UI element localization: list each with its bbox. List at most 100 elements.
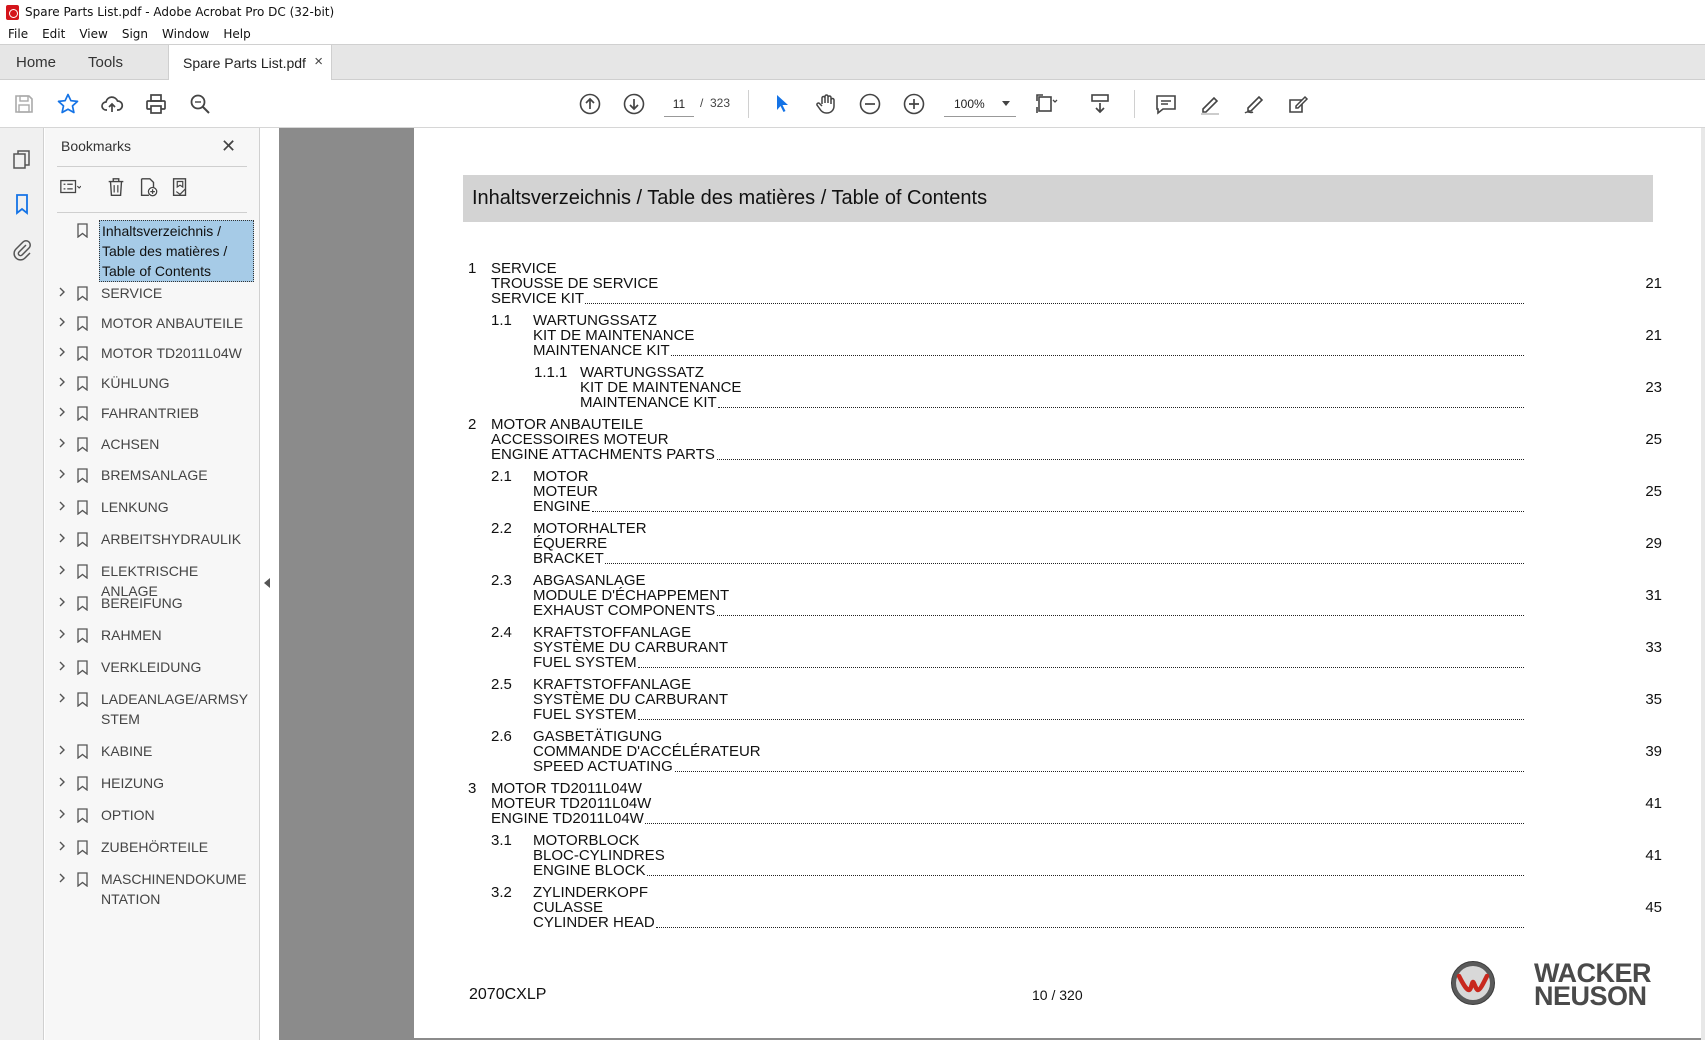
bookmark-item-ladeanlage[interactable]: LADEANLAGE/ARMSYSTEM bbox=[45, 689, 260, 731]
bookmark-item-bereifung[interactable]: BEREIFUNG bbox=[45, 593, 260, 615]
bookmark-item-motor-anbauteile[interactable]: MOTOR ANBAUTEILE bbox=[45, 313, 260, 335]
toc-entry-line: SYSTÈME DU CARBURANT bbox=[533, 639, 729, 656]
chevron-right-icon[interactable] bbox=[57, 347, 67, 357]
chevron-right-icon[interactable] bbox=[57, 501, 67, 511]
chevron-right-icon[interactable] bbox=[57, 597, 67, 607]
tab-close-icon[interactable]: × bbox=[314, 53, 323, 70]
tab-home[interactable]: Home bbox=[16, 45, 56, 80]
zoom-in-icon[interactable] bbox=[898, 88, 930, 120]
attachment-icon[interactable] bbox=[10, 238, 34, 262]
bookmark-item-fahrantrieb[interactable]: FAHRANTRIEB bbox=[45, 403, 260, 425]
tab-document[interactable]: Spare Parts List.pdf × bbox=[168, 45, 332, 81]
zoom-out-icon[interactable] bbox=[854, 88, 886, 120]
bookmark-item-service[interactable]: SERVICE bbox=[45, 283, 260, 305]
bookmark-options-icon[interactable] bbox=[59, 176, 85, 200]
scrolling-mode-icon[interactable] bbox=[1084, 88, 1116, 120]
toc-entry[interactable]: 2.2 MOTORHALTER ÉQUERRE BRACKET 29 bbox=[414, 521, 1701, 566]
chevron-right-icon[interactable] bbox=[57, 469, 67, 479]
bookmark-item-heizung[interactable]: HEIZUNG bbox=[45, 773, 260, 795]
hand-tool-icon[interactable] bbox=[810, 88, 842, 120]
toc-entry-line: CYLINDER HEAD bbox=[533, 914, 655, 931]
toc-entry-line: MAINTENANCE KIT bbox=[580, 394, 717, 411]
select-cursor-icon[interactable] bbox=[766, 88, 798, 120]
previous-page-icon[interactable] bbox=[574, 88, 606, 120]
chevron-right-icon[interactable] bbox=[57, 377, 67, 387]
chevron-right-icon[interactable] bbox=[57, 438, 67, 448]
new-bookmark-icon[interactable] bbox=[137, 176, 163, 200]
bookmark-item-kabine[interactable]: KABINE bbox=[45, 741, 260, 763]
toc-entry[interactable]: 2.3 ABGASANLAGE MODULE D'ÉCHAPPEMENT EXHAUS… bbox=[414, 573, 1701, 618]
delete-bookmark-icon[interactable] bbox=[105, 176, 131, 200]
toc-entry[interactable]: 3 MOTOR TD2011L04W MOTEUR TD2011L04W ENGINE… bbox=[414, 781, 1701, 826]
toc-entry-line: SERVICE bbox=[491, 260, 557, 277]
chevron-right-icon[interactable] bbox=[57, 533, 67, 543]
bookmark-properties-icon[interactable] bbox=[169, 176, 195, 200]
chevron-right-icon[interactable] bbox=[57, 873, 67, 883]
toc-entry[interactable]: 3.1 MOTORBLOCK BLOC-CYLINDRES ENGINE BLOCK 4… bbox=[414, 833, 1701, 878]
chevron-right-icon[interactable] bbox=[57, 777, 67, 787]
toc-entry[interactable]: 3.2 ZYLINDERKOPF CULASSE CYLINDER HEAD 45 bbox=[414, 885, 1701, 930]
toc-entry[interactable]: 2 MOTOR ANBAUTEILE ACCESSOIRES MOTEUR ENGIN… bbox=[414, 417, 1701, 462]
bookmark-panel-icon[interactable] bbox=[10, 192, 34, 216]
chevron-right-icon[interactable] bbox=[57, 693, 67, 703]
chevron-right-icon[interactable] bbox=[57, 661, 67, 671]
bookmark-item-verkleidung[interactable]: VERKLEIDUNG bbox=[45, 657, 260, 679]
bookmark-item-motor-td2011l04w[interactable]: MOTOR TD2011L04W bbox=[45, 343, 260, 365]
chevron-right-icon[interactable] bbox=[57, 745, 67, 755]
chevron-right-icon[interactable] bbox=[57, 407, 67, 417]
menu-help[interactable]: Help bbox=[223, 27, 250, 41]
chevron-right-icon[interactable] bbox=[57, 629, 67, 639]
fit-page-icon[interactable] bbox=[1030, 88, 1062, 120]
toc-entry-line: BRACKET bbox=[533, 550, 604, 567]
close-icon[interactable]: ✕ bbox=[221, 136, 236, 157]
bookmark-item-lenkung[interactable]: LENKUNG bbox=[45, 497, 260, 519]
bookmark-item-rahmen[interactable]: RAHMEN bbox=[45, 625, 260, 647]
zoom-search-icon[interactable] bbox=[184, 88, 216, 120]
fill-sign-icon[interactable] bbox=[1282, 88, 1314, 120]
page-thumbnails-icon[interactable] bbox=[10, 148, 34, 172]
bookmark-item-option[interactable]: OPTION bbox=[45, 805, 260, 827]
next-page-icon[interactable] bbox=[618, 88, 650, 120]
comment-icon[interactable] bbox=[1150, 88, 1182, 120]
menu-sign[interactable]: Sign bbox=[122, 27, 148, 41]
toc-entry[interactable]: 2.1 MOTOR MOTEUR ENGINE 25 bbox=[414, 469, 1701, 514]
page-number-input[interactable]: 11 bbox=[664, 91, 694, 117]
bookmark-item-arbeitshydraulik[interactable]: ARBEITSHYDRAULIK bbox=[45, 529, 260, 551]
chevron-right-icon[interactable] bbox=[57, 317, 67, 327]
bookmark-icon bbox=[77, 564, 88, 579]
toc-entry-number: 2 bbox=[468, 416, 477, 433]
toc-entry[interactable]: 1.1 WARTUNGSSATZ KIT DE MAINTENANCE MAINTEN… bbox=[414, 313, 1701, 358]
menu-view[interactable]: View bbox=[79, 27, 107, 41]
chevron-right-icon[interactable] bbox=[57, 841, 67, 851]
tab-tools[interactable]: Tools bbox=[88, 45, 123, 80]
bookmark-item-bremsanlage[interactable]: BREMSANLAGE bbox=[45, 465, 260, 487]
chevron-right-icon[interactable] bbox=[57, 809, 67, 819]
page-total: 323 bbox=[710, 96, 731, 110]
toc-entry[interactable]: 2.5 KRAFTSTOFFANLAGE SYSTÈME DU CARBURANT F… bbox=[414, 677, 1701, 722]
toc-entry-page: 41 bbox=[1645, 795, 1662, 812]
chevron-right-icon[interactable] bbox=[57, 287, 67, 297]
toc-entry[interactable]: 2.4 KRAFTSTOFFANLAGE SYSTÈME DU CARBURANT F… bbox=[414, 625, 1701, 670]
save-icon[interactable] bbox=[8, 88, 40, 120]
toc-entry[interactable]: 1 SERVICE TROUSSE DE SERVICE SERVICE KIT 21 bbox=[414, 261, 1701, 306]
collapse-panel-icon[interactable] bbox=[264, 578, 270, 588]
star-icon[interactable] bbox=[52, 88, 84, 120]
menu-window[interactable]: Window bbox=[162, 27, 209, 41]
bookmark-item-achsen[interactable]: ACHSEN bbox=[45, 434, 260, 456]
bookmark-item-kuehlung[interactable]: KÜHLUNG bbox=[45, 373, 260, 395]
bookmark-item-zubehoerteile[interactable]: ZUBEHÖRTEILE bbox=[45, 837, 260, 859]
menu-file[interactable]: File bbox=[8, 27, 28, 41]
bookmark-item-maschinendokumentation[interactable]: MASCHINENDOKUMENTATION bbox=[45, 869, 260, 911]
print-icon[interactable] bbox=[140, 88, 172, 120]
menu-edit[interactable]: Edit bbox=[42, 27, 65, 41]
bookmark-item-contents[interactable]: Inhaltsverzeichnis / Table des matières … bbox=[45, 220, 260, 282]
chevron-right-icon[interactable] bbox=[57, 565, 67, 575]
toc-entry[interactable]: 2.6 GASBETÄTIGUNG COMMANDE D'ACCÉLÉRATEUR S… bbox=[414, 729, 1701, 774]
bookmark-item-elektrische-anlage[interactable]: ELEKTRISCHE ANLAGE bbox=[45, 561, 260, 599]
draw-sign-icon[interactable] bbox=[1238, 88, 1270, 120]
cloud-upload-icon[interactable] bbox=[96, 88, 128, 120]
highlight-pen-icon[interactable] bbox=[1194, 88, 1226, 120]
bookmark-icon bbox=[77, 468, 88, 483]
zoom-level-select[interactable]: 100% bbox=[944, 91, 1016, 117]
toc-entry[interactable]: 1.1.1 WARTUNGSSATZ KIT DE MAINTENANCE MAINT… bbox=[414, 365, 1701, 410]
